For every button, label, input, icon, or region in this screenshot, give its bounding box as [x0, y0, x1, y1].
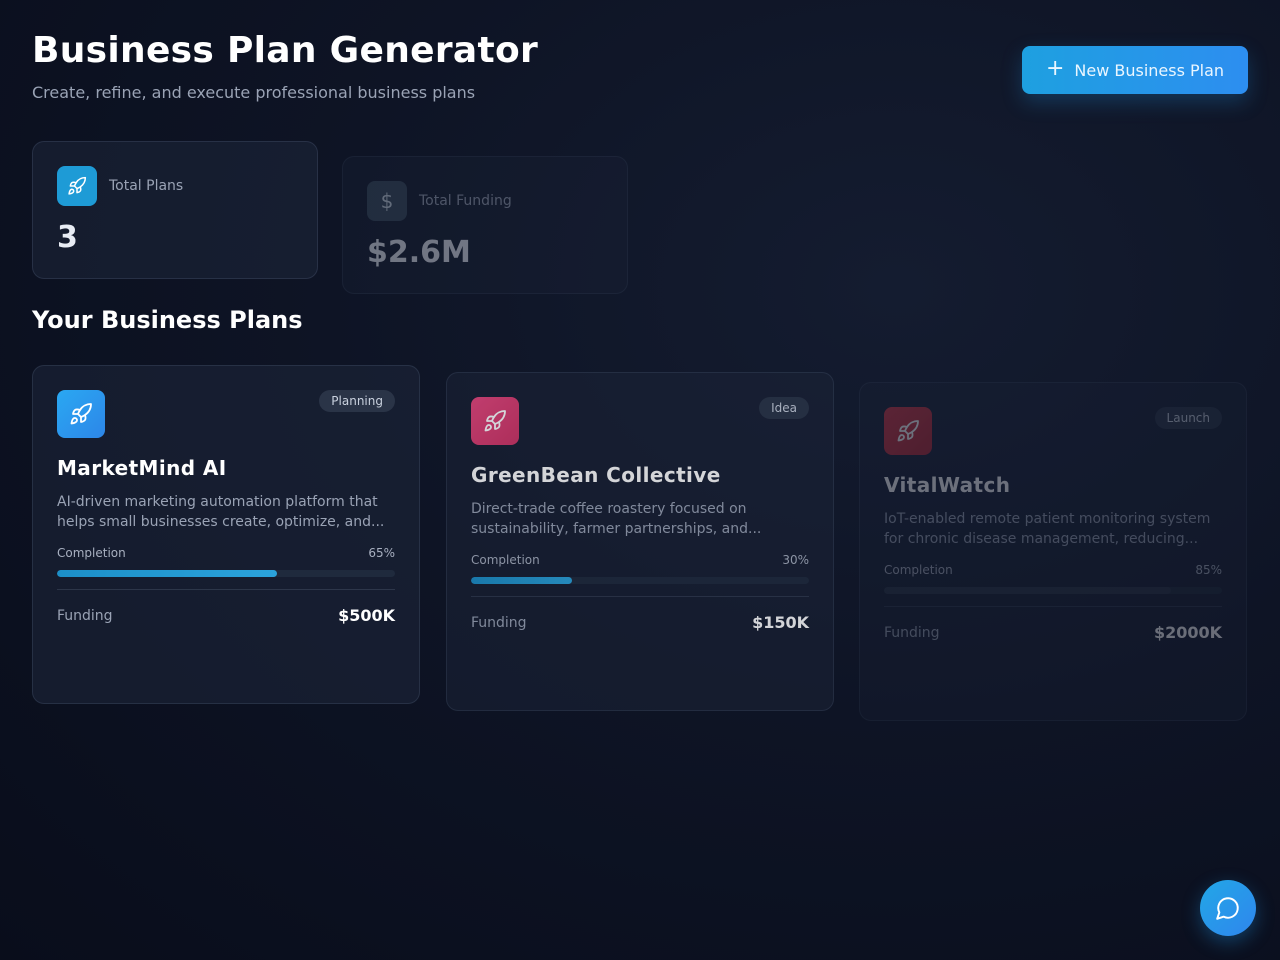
stat-label: Total Funding [419, 193, 512, 209]
page-title: Business Plan Generator [32, 30, 539, 71]
card-divider [57, 589, 395, 590]
new-business-plan-button[interactable]: + New Business Plan [1022, 46, 1248, 94]
plan-description: Direct-trade coffee roastery focused on … [471, 501, 762, 537]
completion-progress-fill [57, 570, 277, 577]
completion-value: 65% [368, 546, 395, 560]
rocket-icon [471, 397, 519, 445]
completion-label: Completion [884, 563, 953, 577]
completion-label: Completion [471, 553, 540, 567]
plan-description: AI-driven marketing automation platform … [57, 494, 385, 530]
rocket-icon [884, 407, 932, 455]
completion-value: 85% [1195, 563, 1222, 577]
funding-label: Funding [57, 607, 113, 624]
completion-progress-bar [57, 570, 395, 577]
page-subtitle: Create, refine, and execute professional… [32, 83, 476, 102]
new-business-plan-label: New Business Plan [1074, 60, 1225, 80]
card-divider [884, 606, 1222, 607]
stat-card-total-funding: $ Total Funding $2.6M [342, 156, 628, 294]
completion-progress-fill [884, 587, 1172, 594]
status-badge: Idea [759, 397, 809, 419]
plan-card-marketmind[interactable]: Planning MarketMind AI AI-driven marketi… [32, 365, 420, 704]
rocket-icon [57, 166, 97, 206]
completion-progress-bar [471, 577, 809, 584]
plus-icon: + [1045, 56, 1065, 81]
stat-value: 3 [57, 220, 78, 255]
stat-label: Total Plans [109, 178, 184, 194]
stat-value: $2.6M [367, 235, 471, 270]
plan-name: MarketMind AI [57, 456, 227, 480]
card-divider [471, 596, 809, 597]
plan-card-vitalwatch[interactable]: Launch VitalWatch IoT-enabled remote pat… [859, 382, 1247, 721]
plan-card-greenbean[interactable]: Idea GreenBean Collective Direct-trade c… [446, 372, 834, 711]
completion-progress-fill [471, 577, 573, 584]
plan-name: VitalWatch [884, 473, 1011, 497]
plan-name: GreenBean Collective [471, 463, 721, 487]
status-badge: Launch [1154, 407, 1222, 429]
rocket-icon [57, 390, 105, 438]
funding-label: Funding [884, 624, 940, 641]
section-title: Your Business Plans [32, 306, 303, 334]
completion-progress-bar [884, 587, 1222, 594]
completion-label: Completion [57, 546, 126, 560]
funding-label: Funding [471, 614, 527, 631]
page-header: Business Plan Generator Create, refine, … [32, 30, 538, 102]
stat-card-total-plans: Total Plans 3 [32, 141, 318, 279]
status-badge: Planning [319, 390, 395, 412]
chat-button[interactable] [1200, 880, 1256, 936]
chat-bubble-icon [1216, 897, 1239, 920]
funding-value: $150K [752, 613, 809, 632]
funding-value: $2000K [1153, 623, 1222, 642]
plan-description: IoT-enabled remote patient monitoring sy… [884, 511, 1211, 547]
completion-value: 30% [782, 553, 809, 567]
dollar-icon: $ [367, 181, 407, 221]
funding-value: $500K [338, 606, 395, 625]
